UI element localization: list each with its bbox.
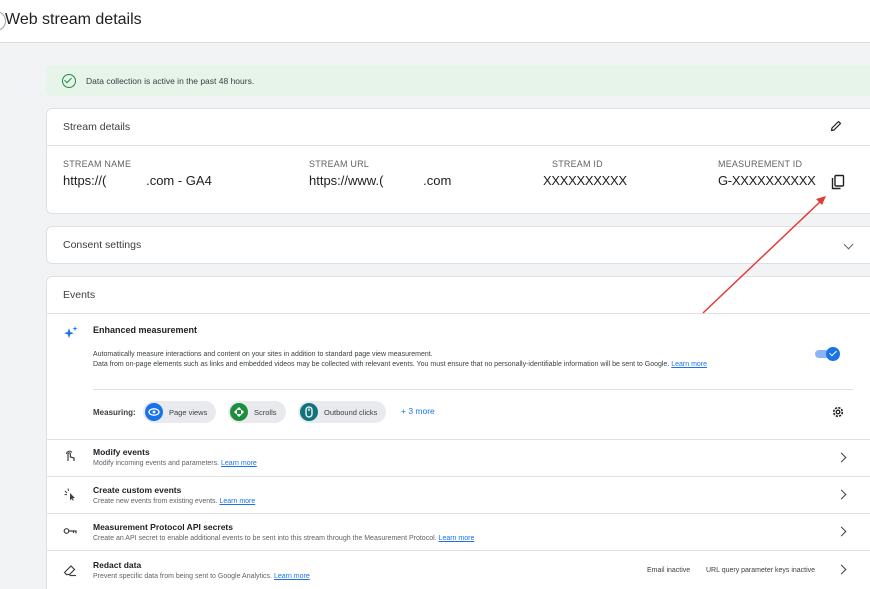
toggle-check-icon [826,347,840,361]
measurement-protocol-title[interactable]: Measurement Protocol API secrets [93,522,233,532]
enhanced-measurement-toggle[interactable] [815,347,841,361]
modify-events-title[interactable]: Modify events [93,447,150,457]
sparkle-icon [64,326,78,339]
chevron-down-icon[interactable] [843,239,854,250]
create-custom-events-title[interactable]: Create custom events [93,485,181,495]
measurement-id-label: MEASUREMENT ID [718,159,803,169]
stream-id-value: XXXXXXXXXX [543,173,627,188]
redact-data-desc: Prevent specific data from being sent to… [93,573,272,580]
redact-data-subtitle: Prevent specific data from being sent to… [93,573,310,580]
divider [47,313,870,314]
measurement-protocol-subtitle: Create an API secret to enable additiona… [93,535,474,542]
chip-outbound-clicks[interactable]: Outbound clicks [298,401,387,423]
chip-page-views[interactable]: Page views [143,401,217,423]
enhanced-measurement-desc-line1: Automatically measure interactions and c… [93,351,433,358]
measurement-protocol-desc: Create an API secret to enable additiona… [93,535,437,542]
learn-more-link[interactable]: Learn more [274,573,310,580]
eye-icon [145,403,163,421]
learn-more-link[interactable]: Learn more [221,460,257,467]
modify-events-subtitle: Modify incoming events and parameters. L… [93,460,257,467]
status-banner: Data collection is active in the past 48… [46,65,870,96]
stream-url-label: STREAM URL [309,159,370,169]
edit-icon[interactable] [830,120,842,132]
copy-icon[interactable] [831,174,845,190]
status-banner-text: Data collection is active in the past 48… [86,75,255,86]
touch-icon [66,450,75,461]
chevron-right-icon[interactable] [836,564,847,575]
scroll-icon [230,403,248,421]
events-card: Events Enhanced measurement Automaticall… [46,276,870,589]
measuring-label: Measuring: [93,408,136,417]
stream-url-value: https://www.( .com [309,173,452,188]
divider [47,439,870,440]
learn-more-link[interactable]: Learn more [439,535,475,542]
divider [47,145,870,146]
stream-details-card: Stream details STREAM NAME https://( .co… [46,108,870,214]
mouse-icon [300,403,318,421]
enhanced-measurement-description: Automatically measure interactions and c… [93,350,803,369]
stream-name-label: STREAM NAME [63,159,132,169]
email-status: Email inactive [647,567,691,574]
more-link[interactable]: + 3 more [401,406,435,416]
consent-settings-title: Consent settings [63,239,142,251]
learn-more-link[interactable]: Learn more [671,361,707,368]
enhanced-measurement-desc-line2: Data from on-page elements such as links… [93,360,803,370]
enhanced-measurement-title: Enhanced measurement [93,325,198,335]
divider [47,550,870,551]
cursor-click-icon [64,488,75,501]
divider [47,476,870,477]
chip-label: Outbound clicks [324,407,378,417]
check-circle-icon [62,73,76,88]
key-icon [63,528,77,534]
eraser-icon [63,565,76,577]
page-header: Web stream details [0,0,870,43]
redact-data-title[interactable]: Redact data [93,560,141,570]
chevron-right-icon[interactable] [836,526,847,537]
chip-scrolls[interactable]: Scrolls [228,401,286,423]
enhanced-measurement-desc-text: Data from on-page elements such as links… [93,360,670,368]
stream-id-label: STREAM ID [552,159,603,169]
divider [47,513,870,514]
chevron-right-icon[interactable] [836,452,847,463]
modify-events-desc: Modify incoming events and parameters. [93,460,220,467]
chevron-right-icon[interactable] [836,489,847,500]
create-custom-events-desc: Create new events from existing events. [93,498,218,505]
gear-icon[interactable] [831,405,845,419]
page-title: Web stream details [5,11,142,28]
measurement-id-value: G-XXXXXXXXXX [718,173,816,188]
stream-name-value: https://( .com - GA4 [63,173,212,188]
stream-details-title: Stream details [63,121,131,133]
learn-more-link[interactable]: Learn more [219,498,255,505]
create-custom-events-subtitle: Create new events from existing events. … [93,498,255,505]
events-title: Events [63,289,96,301]
consent-settings-card[interactable]: Consent settings [46,226,870,264]
divider [93,389,853,390]
url-query-status: URL query parameter keys inactive [706,567,816,574]
chip-label: Scrolls [254,407,277,417]
chip-label: Page views [169,407,208,417]
